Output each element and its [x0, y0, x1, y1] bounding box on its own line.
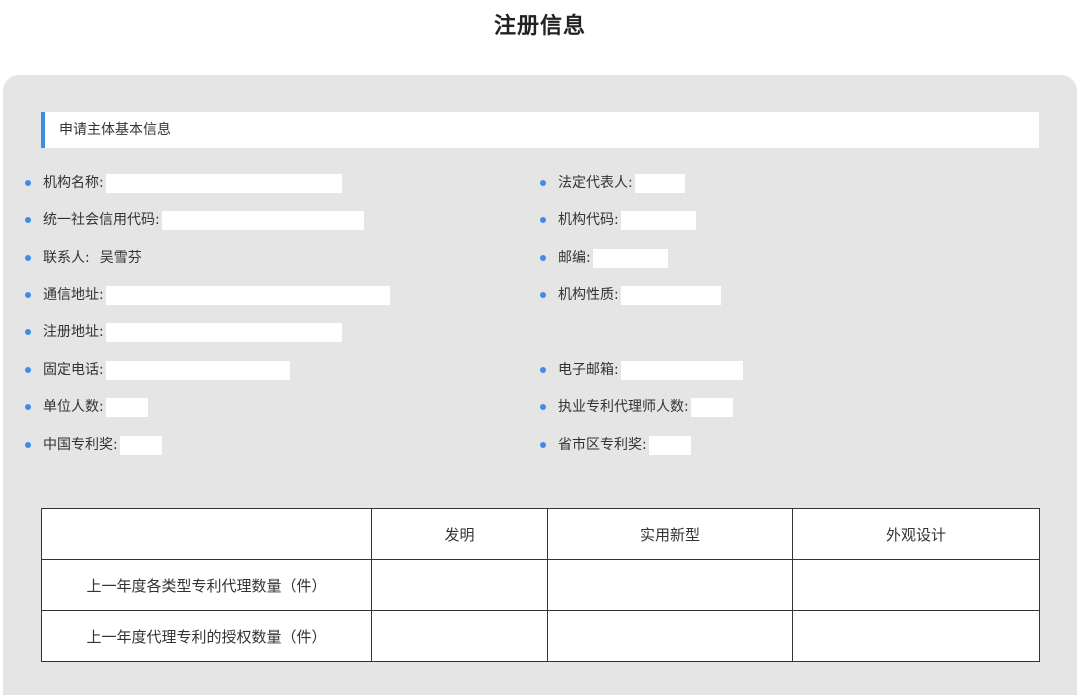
agent-count-value	[690, 397, 733, 417]
field-label: 注册地址:	[43, 324, 104, 340]
bullet-icon	[25, 180, 31, 186]
field-label: 联系人:	[43, 250, 90, 266]
field-legal-rep: 法定代表人:	[540, 172, 685, 194]
bullet-icon	[540, 404, 546, 410]
bullet-icon	[25, 292, 31, 298]
field-label: 机构性质:	[558, 287, 619, 303]
field-label: 省市区专利奖:	[558, 437, 647, 453]
table-header-cell: 外观设计	[792, 508, 1040, 560]
bullet-icon	[25, 329, 31, 335]
bullet-icon	[540, 292, 546, 298]
org-type-value	[620, 285, 721, 305]
email-value	[620, 360, 743, 380]
field-label: 机构代码:	[558, 212, 619, 228]
table-cell	[792, 559, 1040, 611]
bullet-icon	[25, 217, 31, 223]
org-code-value	[620, 210, 696, 230]
field-label: 机构名称:	[43, 175, 104, 191]
field-label: 电子邮箱:	[558, 362, 619, 378]
credit-code-value	[161, 210, 364, 230]
bullet-icon	[540, 180, 546, 186]
page-title: 注册信息	[493, 14, 586, 39]
china-patent-award-value	[119, 435, 162, 455]
bullet-icon	[540, 367, 546, 373]
bullet-icon	[25, 404, 31, 410]
field-org-code: 机构代码:	[540, 209, 696, 231]
field-mailing-address: 通信地址:	[25, 284, 390, 306]
row-label: 上一年度代理专利的授权数量（件）	[41, 610, 372, 662]
patent-stats-table: 发明 实用新型 外观设计 上一年度各类型专利代理数量（件） 上一年度代理专利的授…	[41, 508, 1040, 662]
field-agent-count: 执业专利代理师人数:	[540, 396, 733, 418]
field-phone: 固定电话:	[25, 359, 290, 381]
mailing-address-value	[105, 285, 390, 305]
field-org-name: 机构名称:	[25, 172, 342, 194]
field-label: 中国专利奖:	[43, 437, 118, 453]
bullet-icon	[540, 255, 546, 261]
table-header-cell	[41, 508, 372, 560]
table-cell	[792, 610, 1040, 662]
table-header-cell: 发明	[371, 508, 548, 560]
postcode-value	[592, 248, 668, 268]
contact-value: 吴雪芬	[99, 250, 142, 266]
table-header-cell: 实用新型	[547, 508, 793, 560]
section-header: 申请主体基本信息	[41, 112, 1039, 148]
field-label: 通信地址:	[43, 287, 104, 303]
table-cell	[547, 559, 793, 611]
table-row: 上一年度代理专利的授权数量（件）	[41, 610, 1040, 662]
bullet-icon	[540, 217, 546, 223]
table-cell	[371, 610, 548, 662]
staff-count-value	[105, 397, 148, 417]
field-staff-count: 单位人数:	[25, 396, 148, 418]
bullet-icon	[540, 442, 546, 448]
field-label: 邮编:	[558, 250, 591, 266]
phone-value	[105, 360, 290, 380]
row-label: 上一年度各类型专利代理数量（件）	[41, 559, 372, 611]
field-label: 法定代表人:	[558, 175, 633, 191]
field-credit-code: 统一社会信用代码:	[25, 209, 364, 231]
table-header-row: 发明 实用新型 外观设计	[41, 508, 1040, 560]
field-provincial-patent-award: 省市区专利奖:	[540, 434, 691, 456]
registration-panel: 申请主体基本信息 机构名称: 法定代表人: 统一社会信用代码: 机构代码: 联系…	[3, 75, 1077, 695]
field-registered-address: 注册地址:	[25, 321, 342, 343]
field-email: 电子邮箱:	[540, 359, 743, 381]
provincial-patent-award-value	[648, 435, 691, 455]
table-cell	[371, 559, 548, 611]
field-postcode: 邮编:	[540, 247, 668, 269]
legal-rep-value	[634, 173, 685, 193]
field-china-patent-award: 中国专利奖:	[25, 434, 162, 456]
field-label: 单位人数:	[43, 399, 104, 415]
bullet-icon	[25, 255, 31, 261]
field-org-type: 机构性质:	[540, 284, 721, 306]
field-label: 统一社会信用代码:	[43, 212, 160, 228]
table-cell	[547, 610, 793, 662]
field-label: 固定电话:	[43, 362, 104, 378]
bullet-icon	[25, 367, 31, 373]
registered-address-value	[105, 322, 342, 342]
field-contact: 联系人: 吴雪芬	[25, 247, 142, 269]
org-name-value	[105, 173, 342, 193]
table-row: 上一年度各类型专利代理数量（件）	[41, 559, 1040, 611]
field-label: 执业专利代理师人数:	[558, 399, 689, 415]
bullet-icon	[25, 442, 31, 448]
